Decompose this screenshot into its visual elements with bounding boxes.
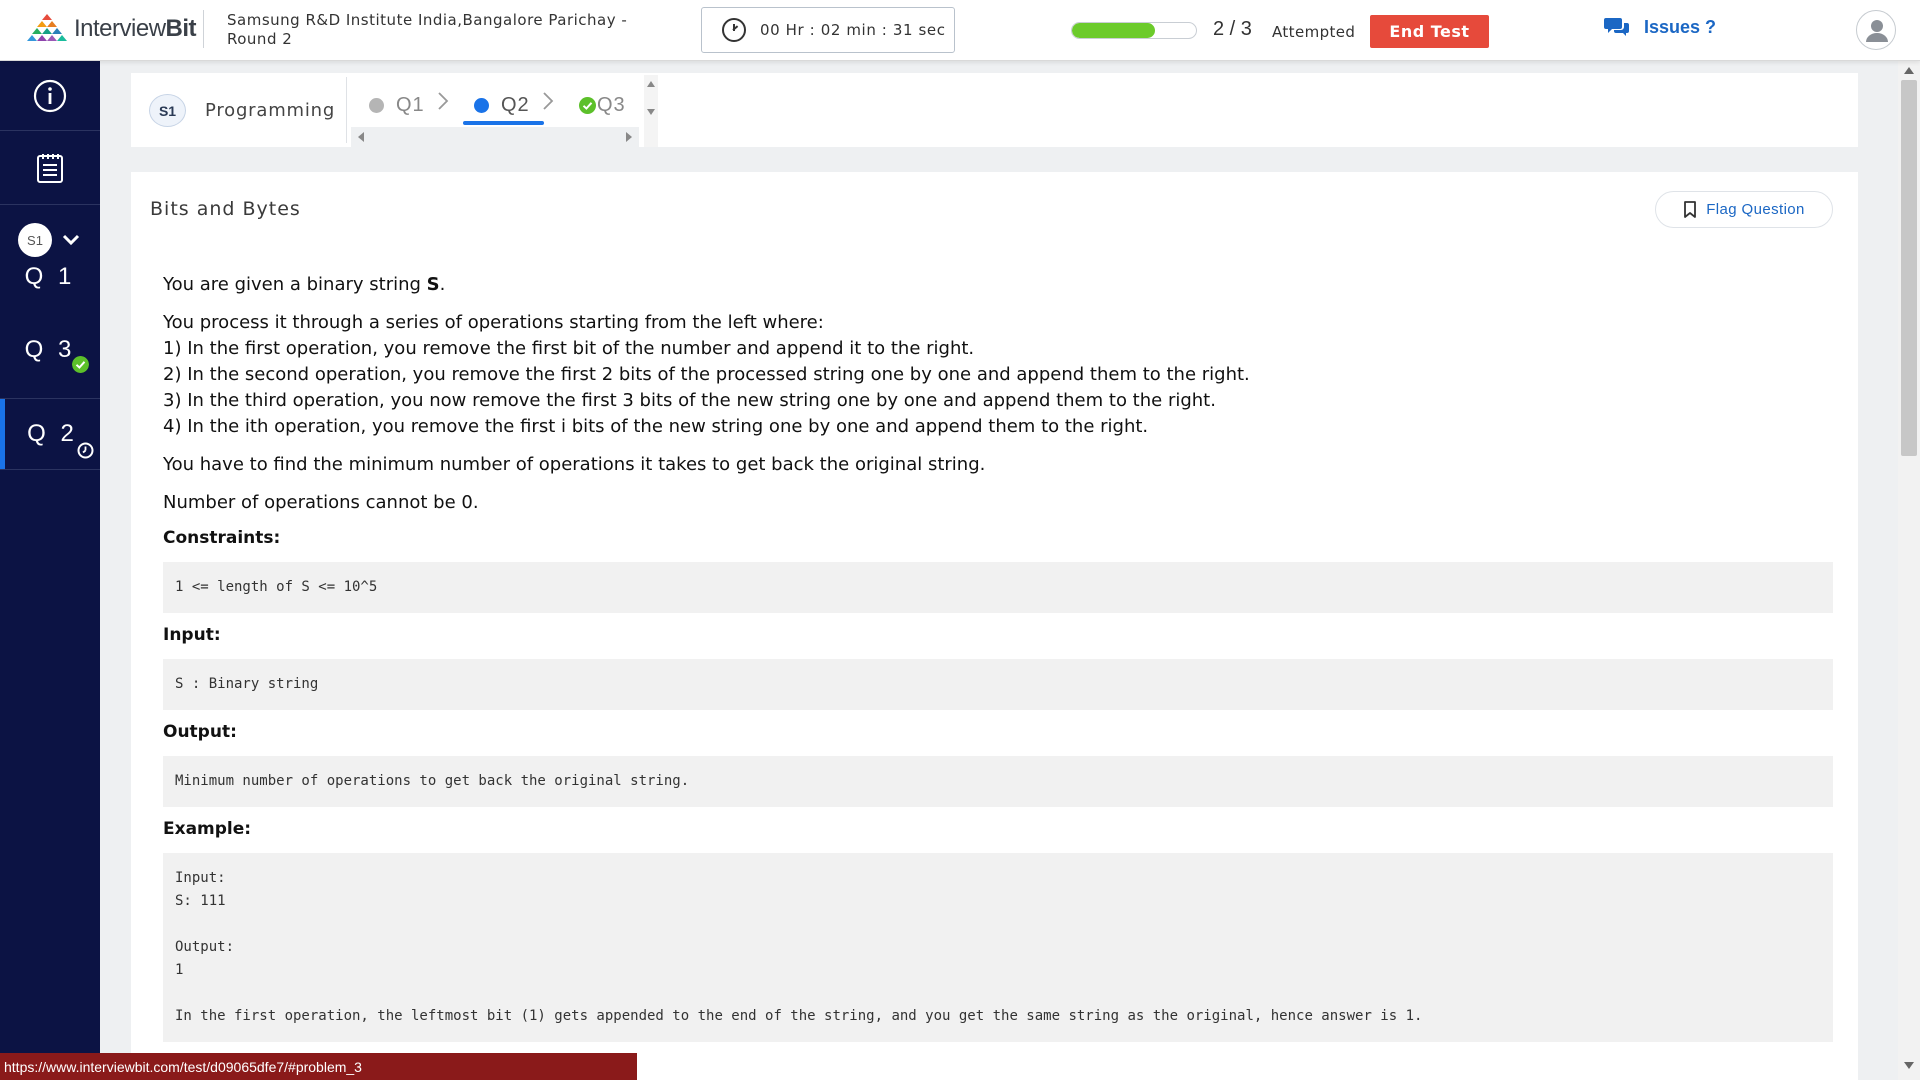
chevron-down-icon — [62, 234, 80, 246]
active-tab-underline — [463, 121, 544, 125]
current-question-clock-icon — [77, 442, 94, 459]
timer-text: 00 Hr : 02 min : 31 sec — [760, 21, 946, 39]
scroll-down-arrow-icon — [1904, 1062, 1914, 1069]
intro-suffix: . — [439, 274, 446, 295]
output-heading: Output: — [163, 722, 237, 742]
tab-label: Q1 — [396, 93, 425, 116]
sidebar-question-label: Q 1 — [24, 263, 76, 290]
constraints-box: 1 <= length of S <= 10^5 — [163, 562, 1833, 613]
test-timer: 00 Hr : 02 min : 31 sec — [701, 7, 955, 53]
chevron-right-icon — [543, 92, 554, 110]
header-divider — [203, 10, 204, 48]
sidebar-section-selector[interactable]: S1 — [18, 223, 80, 257]
input-heading: Input: — [163, 625, 221, 645]
example-box: Input: S: 111 Output: 1 In the first ope… — [163, 853, 1833, 1042]
sidebar-question-q1[interactable]: Q 1 — [0, 253, 100, 301]
tab-vertical-scrollbar[interactable] — [644, 75, 658, 147]
page-vertical-scrollbar[interactable] — [1898, 61, 1920, 1080]
operation-item: 2) In the second operation, you remove t… — [163, 364, 1250, 385]
chat-bubbles-icon — [1604, 18, 1629, 36]
scrollbar-thumb[interactable] — [1901, 80, 1917, 456]
tab-q2[interactable]: Q2 — [474, 85, 530, 125]
bookmark-icon — [1684, 200, 1697, 218]
unvisited-dot-icon — [369, 97, 384, 113]
user-avatar[interactable] — [1856, 10, 1896, 50]
link-status-bar: https://www.interviewbit.com/test/d09065… — [0, 1053, 637, 1080]
sidebar-question-q3[interactable]: Q 3 — [0, 315, 100, 385]
question-title: Bits and Bytes — [150, 198, 301, 220]
current-dot-icon — [474, 97, 489, 113]
constraints-heading: Constraints: — [163, 528, 281, 548]
chevron-right-icon — [438, 92, 449, 110]
attempted-progress-bar — [1071, 22, 1197, 39]
tab-label: Q3 — [597, 93, 626, 116]
operations-block: You process it through a series of opera… — [163, 310, 1833, 440]
scroll-right-arrow-icon — [626, 132, 632, 142]
info-icon — [33, 79, 67, 112]
sidebar-question-label: Q 3 — [24, 336, 76, 363]
sidebar-divider — [0, 469, 100, 470]
section-chip: S1 — [149, 94, 186, 127]
operation-item: 1) In the first operation, you remove th… — [163, 338, 975, 359]
note-text: Number of operations cannot be 0. — [163, 492, 479, 513]
flag-question-button[interactable]: Flag Question — [1655, 191, 1833, 228]
question-card: Bits and Bytes Flag Question You are giv… — [131, 172, 1858, 1080]
scroll-up-arrow-icon — [1904, 67, 1914, 74]
sidebar-instructions-button[interactable] — [0, 131, 100, 205]
tab-divider — [346, 77, 347, 143]
question-body: You are given a binary string S. You pro… — [163, 272, 1833, 1054]
output-box: Minimum number of operations to get back… — [163, 756, 1833, 807]
flag-question-label: Flag Question — [1706, 201, 1805, 218]
sidebar-question-q2[interactable]: Q 2 — [0, 399, 100, 469]
sidebar-section-chip: S1 — [18, 223, 52, 257]
scroll-left-arrow-icon — [358, 132, 364, 142]
top-header: InterviewBit Samsung R&D Institute India… — [0, 0, 1920, 61]
clock-icon — [722, 18, 746, 42]
question-tab-bar: S1 Programming Q1 Q2 Q3 — [131, 73, 1858, 147]
process-intro: You process it through a series of opera… — [163, 312, 824, 333]
end-test-button[interactable]: End Test — [1370, 15, 1489, 48]
scroll-up-arrow-icon — [647, 81, 655, 87]
operation-item: 3) In the third operation, you now remov… — [163, 390, 1216, 411]
intro-text: You are given a binary string — [163, 274, 427, 295]
logo-mark-icon — [27, 14, 67, 41]
answered-check-icon — [579, 96, 596, 114]
logo-text-bold: Bit — [165, 15, 197, 42]
answered-check-icon — [72, 356, 89, 373]
scroll-down-arrow-icon — [647, 109, 655, 115]
user-icon — [1866, 20, 1888, 42]
attempted-count: 2 / 3 — [1213, 18, 1252, 40]
question-intro: You are given a binary string S. — [163, 272, 1833, 298]
task-text: You have to find the minimum number of o… — [163, 454, 986, 475]
tab-q1[interactable]: Q1 — [369, 85, 425, 125]
test-title: Samsung R&D Institute India,Bangalore Pa… — [227, 11, 628, 48]
interviewbit-logo[interactable]: InterviewBit — [24, 14, 197, 44]
list-icon — [37, 153, 63, 183]
intro-variable: S — [426, 274, 440, 295]
left-sidebar: S1 Q 1 Q 3 Q 2 — [0, 61, 100, 1080]
input-box: S : Binary string — [163, 659, 1833, 710]
attempted-label: Attempted — [1272, 23, 1356, 41]
sidebar-info-button[interactable] — [0, 61, 100, 131]
tab-label: Q2 — [501, 93, 530, 116]
example-heading: Example: — [163, 819, 252, 839]
issues-label: Issues ? — [1644, 16, 1717, 37]
logo-text-light: Interview — [74, 15, 166, 42]
issues-link[interactable]: Issues ? — [1604, 16, 1716, 38]
tab-q3[interactable]: Q3 — [579, 85, 626, 125]
operation-item: 4) In the ith operation, you remove the … — [163, 416, 1149, 437]
progress-fill — [1072, 23, 1156, 38]
tab-horizontal-scrollbar[interactable] — [351, 127, 639, 147]
sidebar-question-label: Q 2 — [27, 420, 78, 447]
section-label: Programming — [205, 100, 336, 121]
